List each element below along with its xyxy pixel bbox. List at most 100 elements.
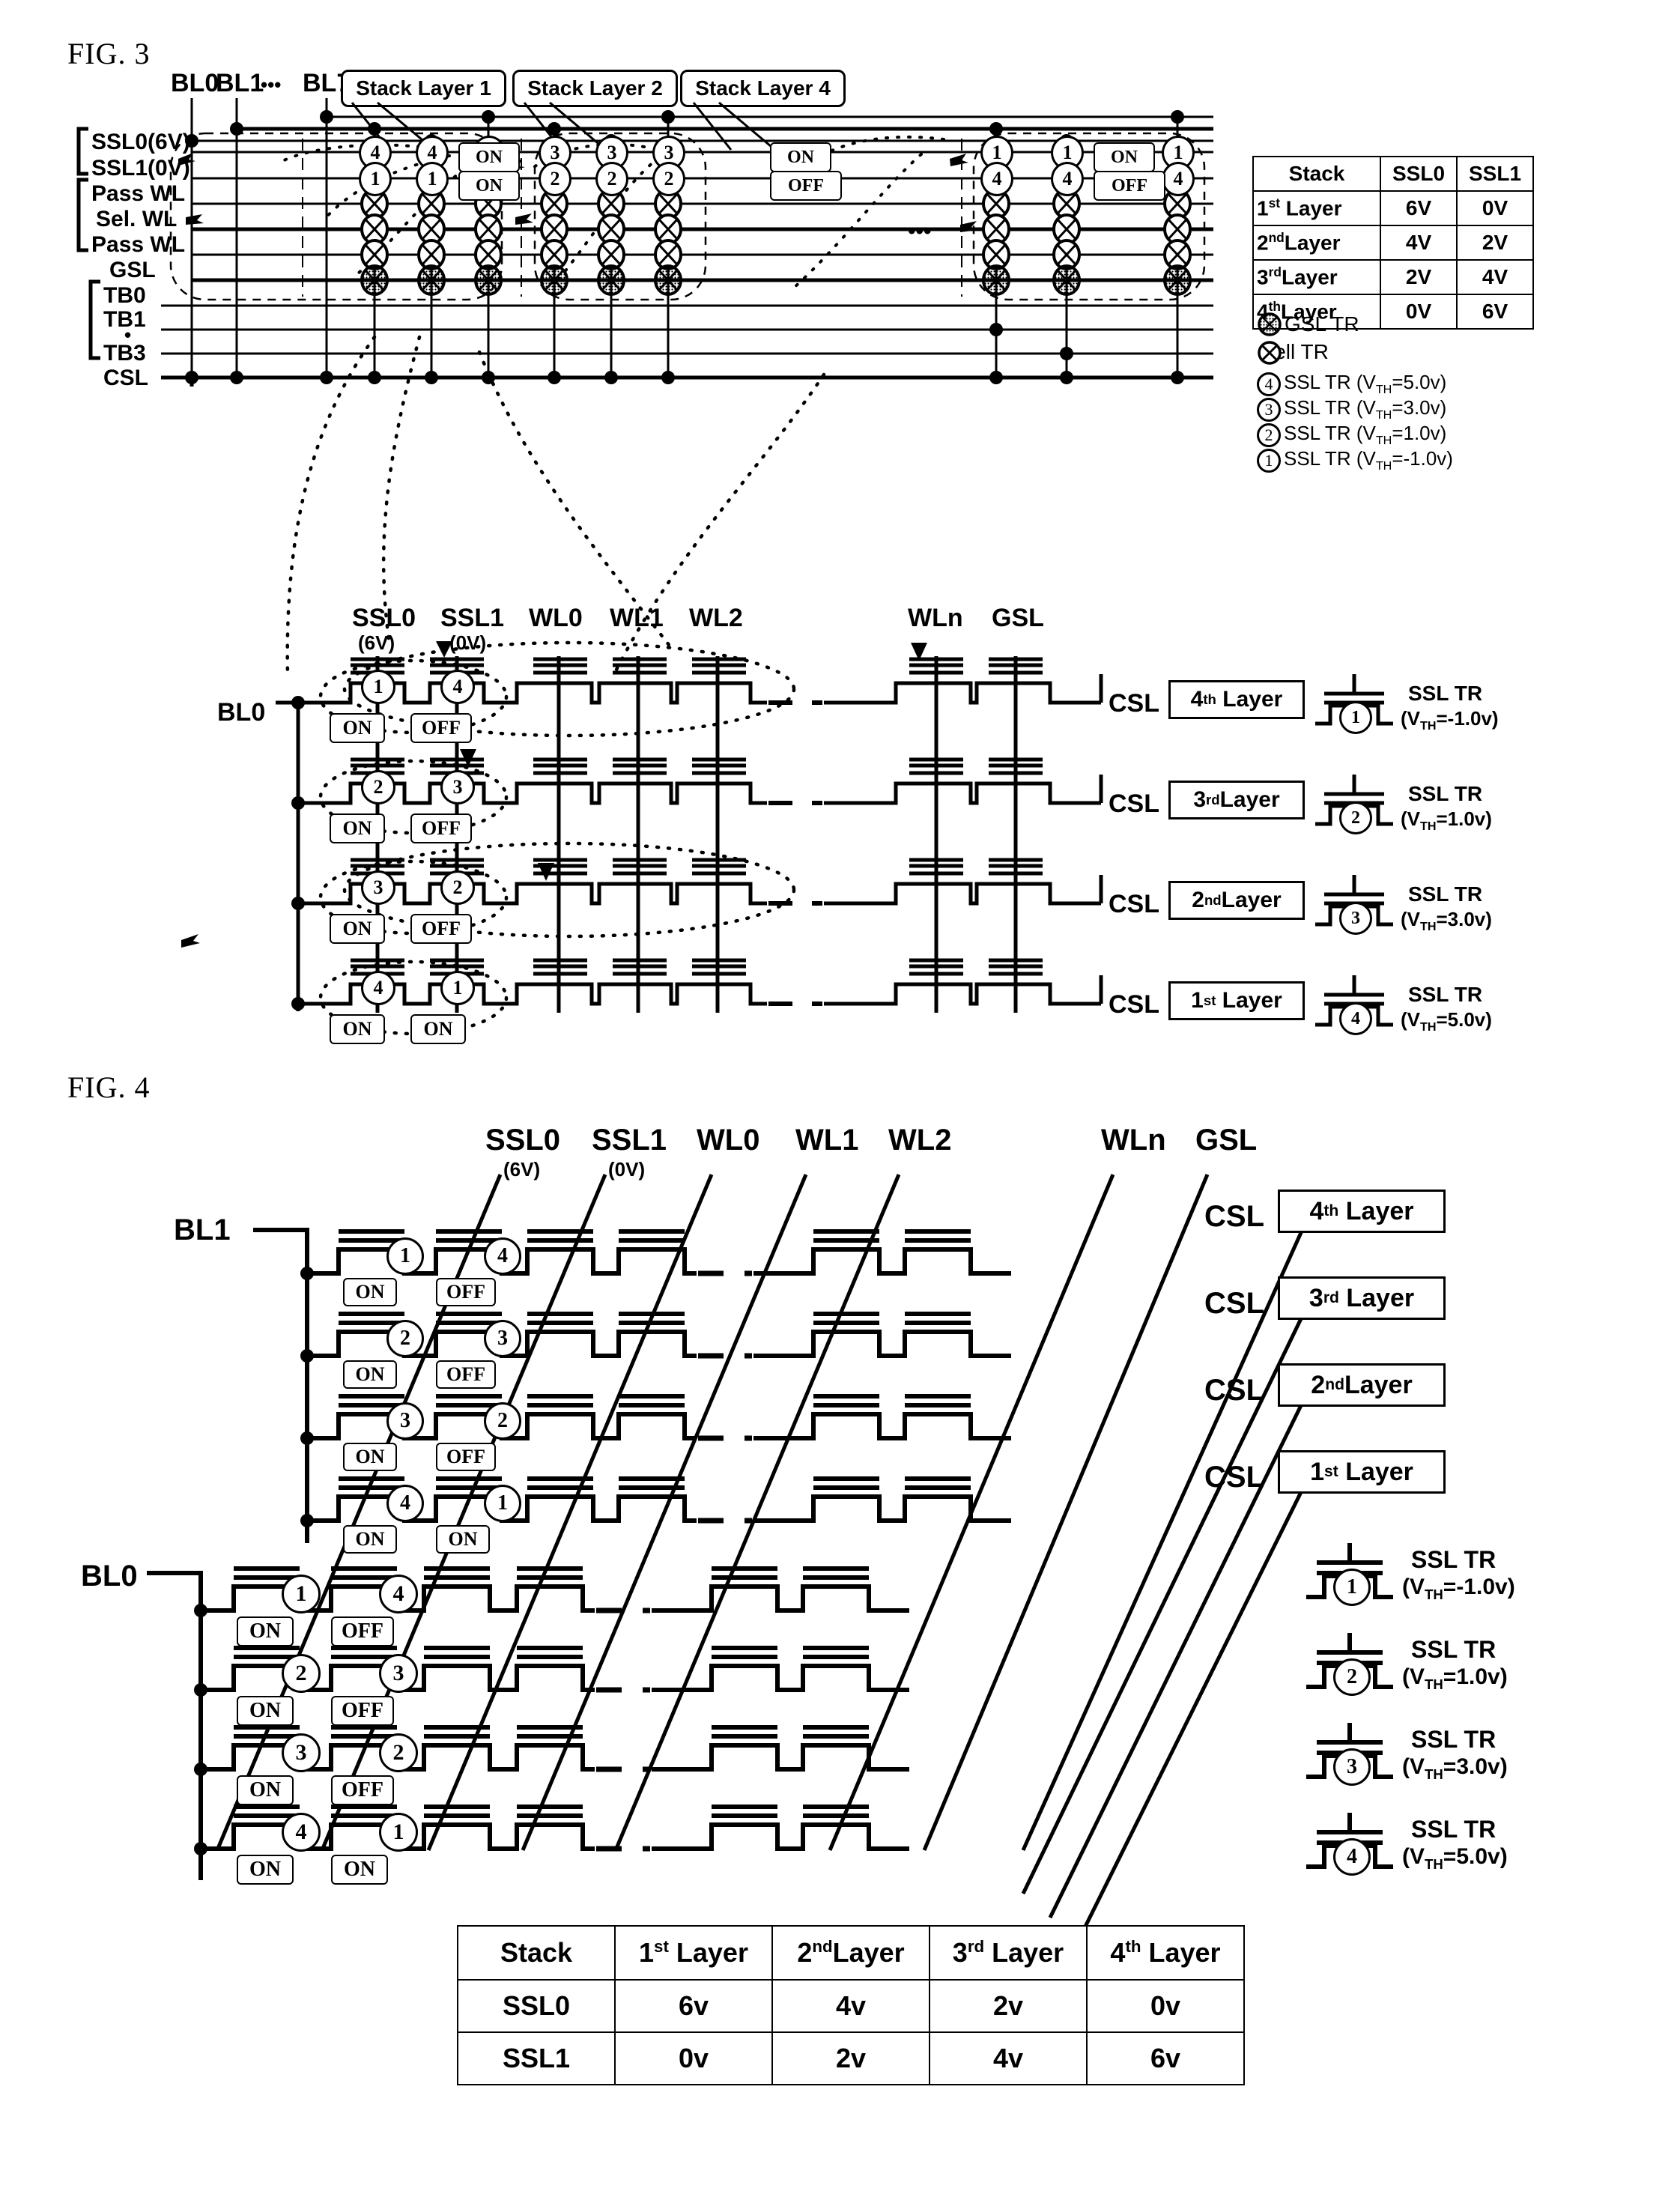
fig3-lower-state-ssl1-layer1: ON xyxy=(410,1014,466,1044)
layer-ord: nd xyxy=(812,1937,833,1956)
fig4-front-tr-ssl0-layer4: 1 xyxy=(282,1575,321,1613)
fig3-array-ssl-tr-ssl1-col1: 1 xyxy=(416,162,449,196)
fig3-array-gsl-tr-col3 xyxy=(540,264,568,296)
fig3-array-onoff-g4-ssl1: OFF xyxy=(1094,171,1165,201)
fig4-front-tr-ssl1-layer3: 3 xyxy=(379,1654,418,1693)
layer-ord: st xyxy=(1323,1463,1338,1480)
layer-word: Layer xyxy=(1345,1457,1413,1486)
table-header-row: Stack 1st Layer 2ndLayer 3rd Layer 4th L… xyxy=(457,1925,1245,1981)
fig3-lower-state-ssl0-layer1: ON xyxy=(330,1014,385,1044)
fig3-array-gsl-tr-col7 xyxy=(1052,264,1081,296)
fig4-back-state-ssl1-layer3: OFF xyxy=(436,1360,496,1389)
fig4-front-tr-ssl1-layer4: 4 xyxy=(379,1575,418,1613)
fig3-lower-state-ssl1-layer2: OFF xyxy=(410,914,472,944)
fig4-front-tr-ssl0-layer2: 3 xyxy=(282,1733,321,1772)
fig3-array-onoff-g1-ssl0: ON xyxy=(458,142,520,172)
fig4-layer-box-2: 2nd Layer xyxy=(1278,1363,1446,1407)
layer-word: Layer xyxy=(832,1937,905,1968)
fig4-back-tr-ssl1-layer4: 4 xyxy=(484,1237,521,1275)
vth-open: (V xyxy=(1402,1754,1425,1779)
layer-ord: th xyxy=(1323,1202,1339,1219)
fig4-back-state-ssl0-layer2: ON xyxy=(343,1443,397,1471)
fig3-array-ssl-tr-ssl1-col6: 4 xyxy=(980,162,1013,196)
layer-word: Layer xyxy=(1346,1283,1415,1312)
layer-ord: th xyxy=(1125,1937,1141,1956)
fig4-back-state-ssl1-layer1: ON xyxy=(436,1525,490,1554)
fig3-lower-state-ssl0-layer3: ON xyxy=(330,813,385,843)
fig3-array-gsl-tr-col6 xyxy=(982,264,1010,296)
fig4-tr-legend-title-4: SSL TR xyxy=(1411,1816,1496,1843)
fig3-lower-tr-ssl1-layer4: 4 xyxy=(440,670,475,704)
layer-num: 1 xyxy=(639,1937,655,1968)
fig4-tr-legend-circle-1: 1 xyxy=(1333,1569,1371,1606)
layer-ord: st xyxy=(654,1937,669,1956)
fig4-back-tr-ssl0-layer2: 3 xyxy=(386,1402,424,1440)
fig4-back-state-ssl0-layer4: ON xyxy=(343,1278,397,1306)
fig4-table-cell-ssl1-l1: 0v xyxy=(614,2031,773,2085)
table-row: SSL0 6v 4v 2v 0v xyxy=(457,1979,1245,2033)
fig4-table-cell-ssl0-l4: 0v xyxy=(1086,1979,1245,2033)
fig4-csl-2: CSL xyxy=(1204,1374,1264,1407)
fig3-array-gsl-tr-col4 xyxy=(597,264,625,296)
fig4-table-cell-ssl1-l4: 6v xyxy=(1086,2031,1245,2085)
fig4-front-state-ssl0-layer1: ON xyxy=(237,1855,294,1885)
vth-sub: TH xyxy=(1425,1766,1443,1782)
fig3-array-ssl-tr-ssl1-col7: 4 xyxy=(1051,162,1084,196)
fig4-table-cell-ssl0-l2: 4v xyxy=(771,1979,930,2033)
fig4-table-cell-ssl1-l3: 4v xyxy=(929,2031,1088,2085)
fig3-array-ssl-tr-ssl1-col0: 1 xyxy=(359,162,392,196)
layer-num: 4 xyxy=(1110,1937,1126,1968)
fig4-table-header-stack: Stack xyxy=(457,1925,616,1981)
fig4-table-header-layer-4: 4th Layer xyxy=(1086,1925,1245,1981)
fig3-array-ssl-tr-ssl1-col3: 2 xyxy=(539,162,571,196)
layer-num: 4 xyxy=(1309,1196,1324,1225)
fig4-back-tr-ssl0-layer3: 2 xyxy=(386,1320,424,1357)
layer-num: 3 xyxy=(952,1937,968,1968)
fig3-tr-legend-circle-4: 4 xyxy=(1339,1002,1372,1035)
layer-word: Layer xyxy=(1345,1196,1414,1225)
layer-word: Layer xyxy=(1344,1370,1413,1399)
fig4-table-header-layer-1: 1st Layer xyxy=(614,1925,773,1981)
fig3-lower-state-ssl0-layer4: ON xyxy=(330,713,385,743)
layer-num: 3 xyxy=(1308,1283,1323,1312)
fig3-lower-tr-ssl1-layer2: 2 xyxy=(440,870,475,905)
fig3-array-ssl-tr-ssl1-col8: 4 xyxy=(1162,162,1195,196)
vth-tail: =5.0v) xyxy=(1443,1844,1508,1869)
fig4-back-tr-ssl1-layer3: 3 xyxy=(484,1320,521,1357)
fig4-back-state-ssl0-layer3: ON xyxy=(343,1360,397,1389)
fig4-tr-legend-vth-1: (VTH=-1.0v) xyxy=(1402,1575,1515,1603)
fig4-back-state-ssl1-layer4: OFF xyxy=(436,1278,496,1306)
fig4-tr-legend-vth-4: (VTH=5.0v) xyxy=(1402,1844,1508,1873)
fig4-front-state-ssl1-layer3: OFF xyxy=(331,1696,394,1726)
fig3-lower-state-ssl1-layer4: OFF xyxy=(410,713,472,743)
layer-ord: nd xyxy=(1325,1376,1344,1393)
fig4-table-cell-ssl0-l1: 6v xyxy=(614,1979,773,2033)
fig3-lower-tr-ssl0-layer3: 2 xyxy=(361,770,395,804)
fig3-array-ssl-tr-ssl1-col4: 2 xyxy=(595,162,628,196)
layer-word: Layer xyxy=(668,1937,748,1968)
fig4-front-state-ssl0-layer4: ON xyxy=(237,1616,294,1646)
fig4-tr-legend-title-2: SSL TR xyxy=(1411,1636,1496,1663)
fig4-front-tr-ssl1-layer2: 2 xyxy=(379,1733,418,1772)
fig4-csl-3: CSL xyxy=(1204,1287,1264,1320)
fig4-tr-legend-title-3: SSL TR xyxy=(1411,1726,1496,1753)
fig4-csl-4: CSL xyxy=(1204,1200,1264,1233)
fig4-table-rowname-ssl0: SSL0 xyxy=(457,1979,616,2033)
fig4-tr-legend-circle-2: 2 xyxy=(1333,1658,1371,1696)
layer-num: 2 xyxy=(797,1937,813,1968)
fig3-array-onoff-g2-ssl1: OFF xyxy=(770,171,842,201)
fig4-tr-legend-vth-3: (VTH=3.0v) xyxy=(1402,1754,1508,1783)
layer-num: 1 xyxy=(1310,1457,1324,1486)
layer-word: Layer xyxy=(1141,1937,1221,1968)
fig3-lower-tr-ssl1-layer3: 3 xyxy=(440,770,475,804)
fig3-lower-tr-ssl0-layer2: 3 xyxy=(361,870,395,905)
fig3-array-gsl-tr-col2 xyxy=(474,264,503,296)
vth-tail: =-1.0v) xyxy=(1443,1575,1515,1599)
fig4-table-header-layer-2: 2ndLayer xyxy=(771,1925,930,1981)
fig3-tr-legend-circle-1: 1 xyxy=(1339,701,1372,734)
fig3-array-gsl-tr-col0 xyxy=(360,264,389,296)
fig4-front-tr-ssl0-layer3: 2 xyxy=(282,1654,321,1693)
fig4-layer-box-1: 1st Layer xyxy=(1278,1450,1446,1494)
fig4-tr-legend-circle-4: 4 xyxy=(1333,1838,1371,1876)
fig4-front-state-ssl0-layer2: ON xyxy=(237,1775,294,1805)
